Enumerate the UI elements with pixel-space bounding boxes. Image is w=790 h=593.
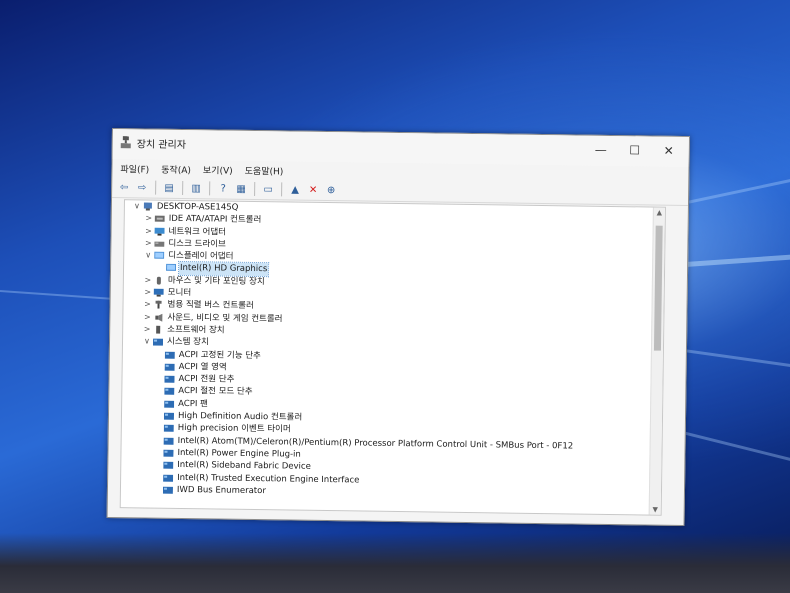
system-device-icon [152, 338, 164, 346]
device-manager-window: 장치 관리자 — ☐ ✕ 파일(F) 동작(A) 보기(V) 도움말(H) ⇦ ⇨ ▤ ▥?… [106, 128, 690, 527]
tree-node-label: ACPI 절전 모드 단추 [178, 386, 253, 398]
tree-node-label: ACPI 열 영역 [178, 361, 227, 373]
system-device-icon [163, 461, 174, 470]
menu-item[interactable]: 보기(V) [203, 163, 233, 176]
software-device-icon [156, 325, 161, 334]
tree-node-label: IWD Bus Enumerator [176, 484, 266, 497]
menu-item[interactable]: 도움말(H) [245, 163, 284, 177]
expand-toggle-icon[interactable]: ∨ [144, 250, 152, 262]
system-device-icon [162, 486, 173, 494]
system-device-icon [164, 375, 175, 384]
device-resources-icon[interactable]: ▦ [234, 182, 248, 196]
menu-item[interactable]: 파일(F) [120, 162, 149, 175]
toolbar-separator [209, 181, 211, 196]
display-adapter-icon [154, 251, 165, 259]
tree-node-label: 모니터 [167, 287, 192, 299]
tree-node-label: 시스템 장치 [166, 337, 209, 348]
tree-node-label: ACPI 고정된 기능 단추 [178, 349, 261, 361]
toolbar-separator [182, 180, 184, 195]
computer-icon [143, 202, 152, 211]
device-tree-panel: ∨ DESKTOP-ASE145Q > IDE ATA/ATAPI 컨트롤러 > 네트워크… [119, 199, 666, 516]
window-title: 장치 관리자 [136, 139, 187, 152]
tree-node-label: DESKTOP-ASE145Q [156, 201, 239, 213]
expand-toggle-icon[interactable]: > [144, 225, 152, 237]
device-manager-icon [120, 136, 131, 149]
expand-toggle-icon[interactable]: > [143, 323, 151, 335]
menu-item[interactable]: 동작(A) [161, 162, 191, 175]
network-adapter-icon [154, 227, 165, 236]
disk-drive-icon [154, 241, 165, 247]
tree-node-label: 디스플레이 어댑터 [168, 250, 234, 262]
system-device-icon [163, 449, 174, 457]
system-device-icon [164, 363, 175, 371]
system-device-icon [164, 400, 175, 408]
wallpaper-streak [0, 290, 120, 301]
expand-toggle-icon[interactable]: ∨ [143, 336, 151, 348]
ide-controller-icon [154, 215, 165, 223]
tree-node-label: 네트워크 어댑터 [168, 226, 227, 238]
system-device-icon [163, 412, 175, 420]
monitor-icon [153, 288, 164, 297]
expand-toggle-icon[interactable]: > [144, 237, 152, 249]
uninstall-icon[interactable]: ✕ [306, 183, 320, 197]
mouse-icon [156, 276, 161, 285]
toolbar-separator [281, 182, 283, 197]
toolbar-separator [155, 180, 157, 195]
device-list-icon[interactable]: ▤ [162, 181, 176, 195]
system-device-icon [163, 425, 174, 433]
usb-controller-icon [155, 301, 162, 310]
device-tree: ∨ DESKTOP-ASE145Q > IDE ATA/ATAPI 컨트롤러 > 네트워크… [121, 200, 665, 503]
toolbar-separator [254, 181, 256, 197]
update-driver-icon[interactable]: ⊕ [324, 183, 338, 197]
expand-toggle-icon[interactable]: ∨ [133, 200, 141, 212]
add-driver-icon[interactable]: ▲ [288, 182, 302, 196]
expand-toggle-icon[interactable]: > [144, 287, 152, 299]
expand-toggle-icon[interactable]: > [144, 274, 152, 286]
close-button[interactable]: ✕ [655, 141, 683, 161]
minimize-button[interactable]: — [587, 140, 615, 160]
properties-icon[interactable]: ▥ [189, 181, 203, 195]
system-device-icon [164, 388, 175, 396]
system-device-icon [163, 437, 174, 445]
maximize-button[interactable]: ☐ [621, 140, 649, 160]
forward-arrow-icon[interactable]: ⇨ [135, 180, 149, 194]
scroll-down-icon[interactable]: ▼ [650, 506, 661, 514]
back-arrow-icon[interactable]: ⇦ [117, 180, 131, 194]
expand-toggle-icon[interactable]: > [143, 311, 151, 323]
display-adapter-icon [166, 264, 177, 272]
scroll-up-icon[interactable]: ▲ [654, 209, 665, 217]
tree-node-label: 소프트웨어 장치 [167, 324, 225, 336]
tree-node-label: ACPI 팬 [178, 398, 208, 410]
monitor-bezel [0, 533, 790, 593]
scroll-thumb[interactable] [653, 225, 663, 351]
sound-icon [155, 313, 163, 322]
tree-node-label: ACPI 전원 단추 [178, 374, 235, 385]
help-icon[interactable]: ? [216, 181, 230, 195]
expand-toggle-icon[interactable]: > [143, 299, 151, 311]
system-device-icon [163, 474, 174, 482]
tree-node-label: 디스크 드라이브 [168, 238, 226, 250]
expand-toggle-icon[interactable]: > [145, 213, 153, 225]
system-device-icon [164, 351, 175, 359]
monitor-scan-icon[interactable]: ▭ [261, 182, 275, 196]
